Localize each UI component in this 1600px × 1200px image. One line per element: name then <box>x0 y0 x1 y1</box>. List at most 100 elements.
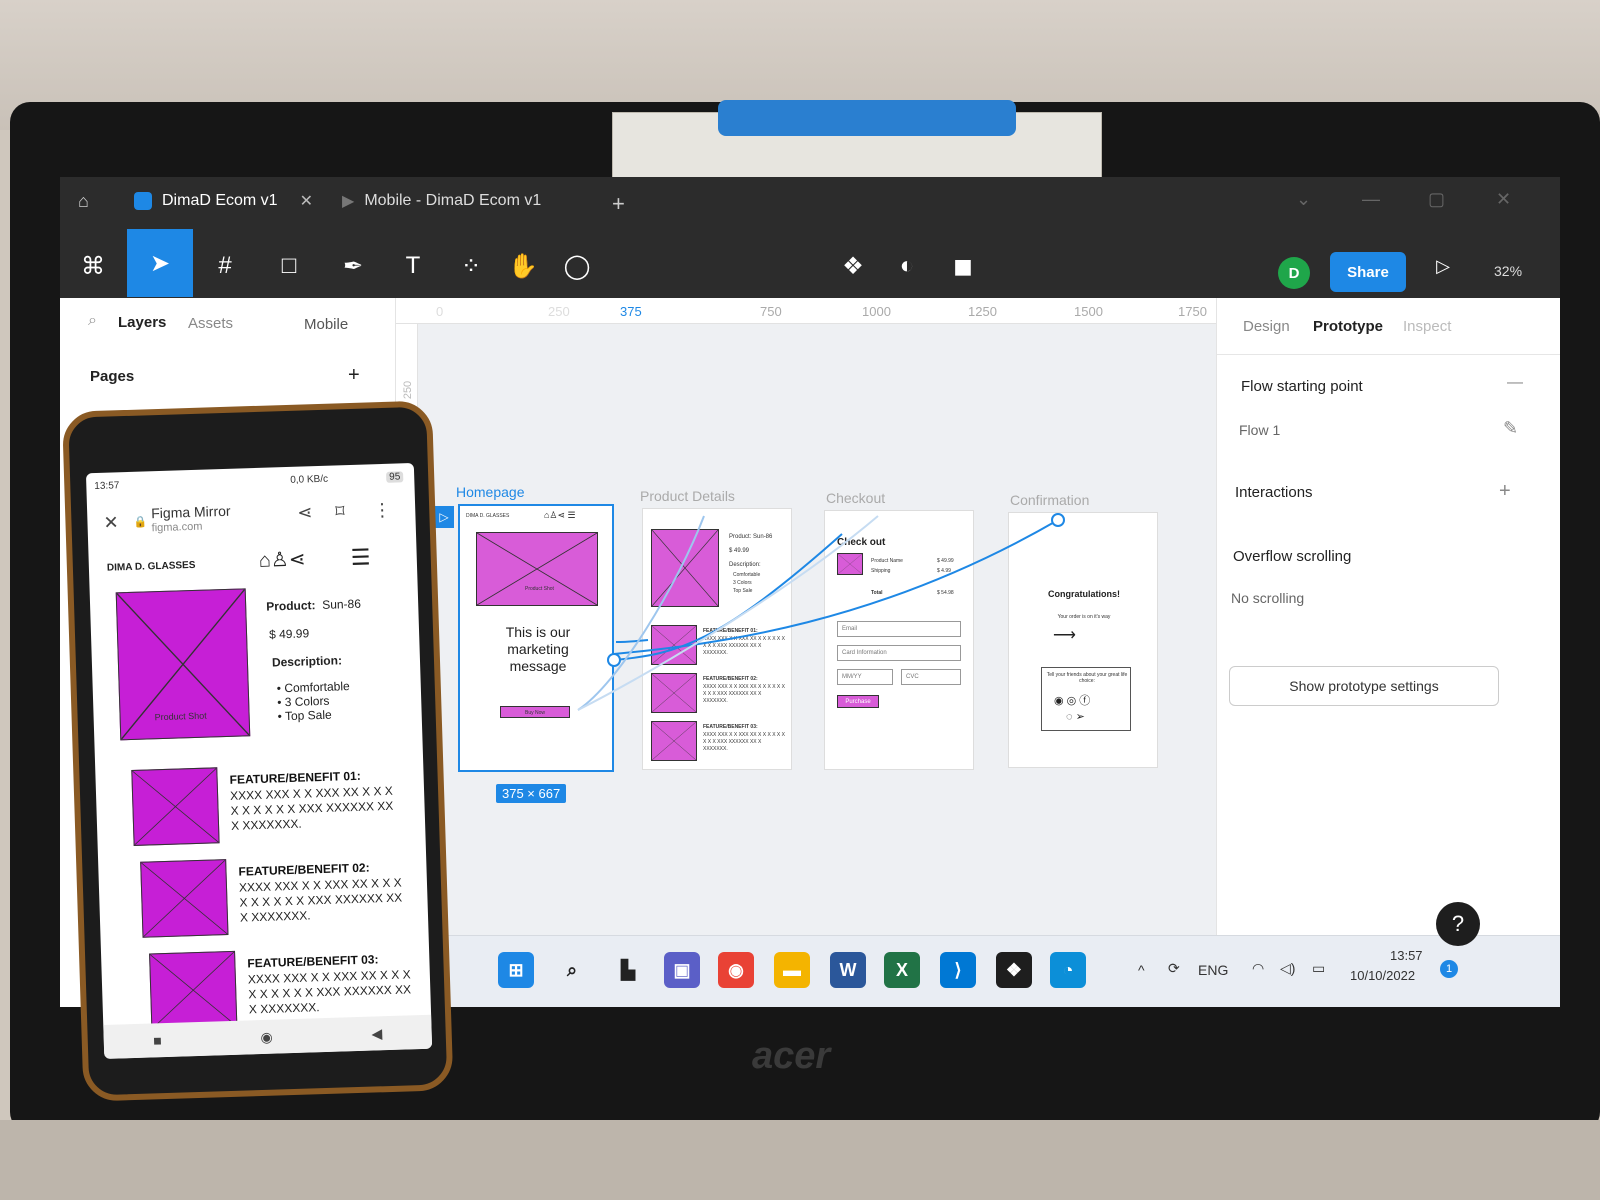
recent-apps-icon[interactable]: ■ <box>153 1032 162 1048</box>
expiry-field[interactable]: MM/YY <box>837 669 893 685</box>
clock-date[interactable]: 10/10/2022 <box>1350 968 1415 983</box>
product-details-frame[interactable]: Product: Sun-86 $ 49.99 Description: Com… <box>642 508 792 770</box>
more-icon[interactable]: ⋮ <box>373 500 392 522</box>
checkout-frame[interactable]: Check out Product Name $ 49.99 Shipping … <box>824 510 974 770</box>
mask-icon[interactable]: ◐ <box>884 245 930 287</box>
notification-icon[interactable]: 1 <box>1440 960 1458 978</box>
card-field[interactable]: Card Information <box>837 645 961 661</box>
sync-icon[interactable]: ⟳ <box>1168 960 1180 977</box>
overflow-select[interactable]: No scrolling <box>1231 590 1304 606</box>
tab-file[interactable]: DimaD Ecom v1 ✕ <box>134 191 313 211</box>
nav-icons[interactable]: ⌂♙⋖ <box>258 546 306 572</box>
app-title: Figma Mirror <box>150 502 231 522</box>
frame-label-homepage[interactable]: Homepage <box>456 484 525 500</box>
close-window-icon[interactable]: ✕ <box>1496 189 1511 210</box>
file-explorer-icon[interactable]: ▬ <box>774 952 810 988</box>
back-icon[interactable]: ◀ <box>371 1025 382 1042</box>
zoom-level[interactable]: 32% <box>1494 263 1522 279</box>
frame-tool-icon[interactable]: # <box>202 245 248 287</box>
clock-time[interactable]: 13:57 <box>1390 948 1423 963</box>
task-view-icon[interactable]: ▙ <box>610 952 646 988</box>
confirmation-title: Congratulations! <box>1048 589 1120 599</box>
share-icon[interactable]: ⋖ <box>297 502 313 523</box>
feature-text: XXXX XXX X X XXX XX X X X X X X X X X XX… <box>703 684 785 704</box>
tab-inspect[interactable]: Inspect <box>1403 318 1451 335</box>
product-name: Product: Sun-86 <box>729 534 773 540</box>
tab-mobile[interactable]: ▶ Mobile - DimaD Ecom v1 <box>342 191 541 211</box>
remove-icon[interactable]: — <box>1507 374 1523 392</box>
flow-name[interactable]: Flow 1 <box>1239 422 1280 438</box>
ruler-tick: 375 <box>620 304 642 319</box>
messenger-icons[interactable]: ◌ ➢ <box>1066 710 1085 723</box>
frame-label-product[interactable]: Product Details <box>640 488 735 504</box>
homepage-frame[interactable]: DIMA D. GLASSES ⌂♙⋖ ☰ Product Shot This … <box>458 504 614 772</box>
wifi-icon[interactable]: ◠ <box>1252 960 1264 977</box>
tab-design[interactable]: Design <box>1243 318 1290 335</box>
maximize-icon[interactable]: ▢ <box>1428 189 1445 210</box>
resources-icon[interactable]: ⁘ <box>448 245 494 287</box>
component-icon[interactable]: ❖ <box>830 245 876 287</box>
layers-tab[interactable]: Layers <box>118 314 166 331</box>
share-button[interactable]: Share <box>1330 252 1406 292</box>
home-button-icon[interactable]: ◉ <box>260 1028 273 1045</box>
buy-now-button[interactable]: Buy Now <box>500 706 570 718</box>
confirmation-frame[interactable]: Congratulations! Your order is on it's w… <box>1008 512 1158 768</box>
avatar[interactable]: D <box>1278 257 1310 289</box>
page-selector[interactable]: Mobile <box>304 316 348 333</box>
battery-icon[interactable]: ▭ <box>1312 960 1325 977</box>
search-icon[interactable]: ⌕ <box>554 952 590 988</box>
new-tab-icon[interactable]: + <box>612 191 625 217</box>
tab-prototype[interactable]: Prototype <box>1313 318 1383 335</box>
edge-icon[interactable]: ◔ <box>1050 952 1086 988</box>
word-icon[interactable]: W <box>830 952 866 988</box>
cvc-field[interactable]: CVC <box>901 669 961 685</box>
pen-tool-icon[interactable]: ✒ <box>330 245 376 287</box>
bookmark-icon[interactable]: ⌑ <box>335 501 345 522</box>
ruler-tick: 1250 <box>968 304 997 319</box>
email-field[interactable]: Email <box>837 621 961 637</box>
volume-icon[interactable]: ◁) <box>1280 960 1295 977</box>
teams-icon[interactable]: ▣ <box>664 952 700 988</box>
close-icon[interactable]: ✕ <box>300 191 313 211</box>
frame-label-confirmation[interactable]: Confirmation <box>1010 492 1089 508</box>
figma-icon[interactable]: ❖ <box>996 952 1032 988</box>
boolean-icon[interactable]: ◼ <box>940 245 986 287</box>
home-icon[interactable]: ⌂ <box>78 191 89 212</box>
tab-bar: ⌂ DimaD Ecom v1 ✕ ▶ Mobile - DimaD Ecom … <box>60 177 1560 233</box>
search-icon[interactable]: ⌕ <box>88 312 97 330</box>
main-menu-icon[interactable]: ⌘ <box>70 245 116 287</box>
hand-tool-icon[interactable]: ✋ <box>500 245 546 287</box>
edit-icon[interactable]: ✎ <box>1503 418 1518 439</box>
hamburger-menu-icon[interactable]: ☰ <box>350 544 371 571</box>
chrome-icon[interactable]: ◉ <box>718 952 754 988</box>
prototype-settings-button[interactable]: Show prototype settings <box>1229 666 1499 706</box>
add-page-icon[interactable]: + <box>348 364 360 387</box>
comment-icon[interactable]: ◯ <box>554 245 600 287</box>
chevron-down-icon[interactable]: ⌄ <box>1296 189 1311 210</box>
add-interaction-icon[interactable]: + <box>1499 480 1511 503</box>
present-icon[interactable]: ▷ <box>1420 245 1466 287</box>
total-label: Total <box>871 590 883 596</box>
bullet-item: Top Sale <box>733 588 753 594</box>
shape-tool-icon[interactable]: □ <box>266 245 312 287</box>
vscode-icon[interactable]: ⟩ <box>940 952 976 988</box>
assets-tab[interactable]: Assets <box>188 315 233 332</box>
help-button[interactable]: ? <box>1436 902 1480 946</box>
canvas[interactable]: Homepage ▷ DIMA D. GLASSES ⌂♙⋖ ☰ Product… <box>418 324 1216 1007</box>
text-tool-icon[interactable]: T <box>390 245 436 287</box>
close-icon[interactable]: ✕ <box>103 512 119 533</box>
product-price: $ 49.99 <box>268 626 310 642</box>
flow-start-icon[interactable]: ▷ <box>434 506 454 528</box>
minimize-icon[interactable]: — <box>1362 189 1380 210</box>
move-tool-icon[interactable]: ➤ <box>127 229 193 297</box>
frame-label-checkout[interactable]: Checkout <box>826 490 885 506</box>
purchase-button[interactable]: Purchase <box>837 695 879 708</box>
windows-start-icon[interactable]: ⊞ <box>498 952 534 988</box>
ruler-tick: 750 <box>760 304 782 319</box>
language-indicator[interactable]: ENG <box>1198 962 1228 978</box>
excel-icon[interactable]: X <box>884 952 920 988</box>
product-image-placeholder: Product Shot <box>115 588 251 741</box>
feature-text: XXXX XXX X X XXX XX X X X X X X X X X XX… <box>247 967 412 1017</box>
social-icons[interactable]: ◉ ◎ ⓕ <box>1054 692 1090 708</box>
tray-chevron-icon[interactable]: ^ <box>1138 962 1145 978</box>
